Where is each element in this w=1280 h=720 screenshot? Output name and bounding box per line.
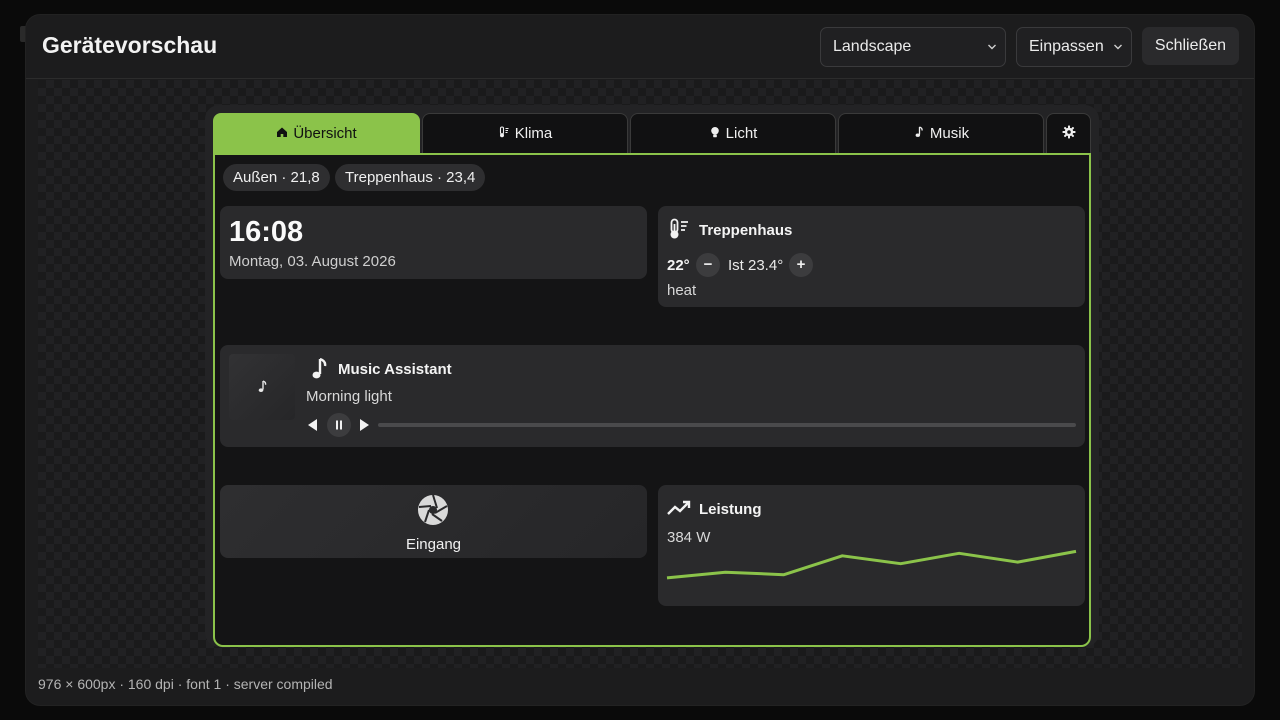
tab-overview[interactable]: Übersicht — [213, 113, 420, 153]
sensor-chip-outside[interactable]: Außen · 21,8 — [223, 164, 330, 191]
clock-card: 16:08 Montag, 03. August 2026 — [220, 206, 647, 279]
track-title: Morning light — [306, 388, 392, 405]
thermometer-icon — [668, 218, 690, 245]
climate-title: Treppenhaus — [699, 222, 793, 239]
tab-label: Übersicht — [293, 125, 357, 142]
music-note-icon — [257, 380, 267, 398]
tab-label: Musik — [929, 125, 970, 142]
chevron-down-icon — [987, 28, 997, 82]
fit-value: Einpassen — [1029, 38, 1104, 55]
tab-label: Licht — [725, 125, 758, 142]
clock-time: 16:08 — [229, 216, 304, 248]
orientation-value: Landscape — [833, 38, 912, 55]
climate-card[interactable]: Treppenhaus 22° − Ist 23.4° + heat — [658, 206, 1085, 307]
tab-light[interactable]: Licht — [630, 113, 836, 153]
fit-select[interactable]: Einpassen — [1016, 27, 1132, 67]
power-card: Leistung 384 W — [658, 485, 1085, 606]
pause-icon — [336, 420, 342, 430]
dialog-title: Gerätevorschau — [42, 32, 218, 58]
progress-bar[interactable] — [378, 423, 1076, 427]
climate-mode: heat — [667, 282, 697, 299]
thermometer-icon — [498, 125, 510, 142]
camera-label: Eingang — [405, 536, 462, 553]
next-track-icon[interactable] — [359, 418, 371, 437]
tab-label: Klima — [514, 125, 553, 142]
camera-card[interactable]: Eingang — [220, 485, 647, 558]
album-art — [229, 354, 295, 420]
music-note-icon — [310, 357, 328, 385]
power-series-line — [666, 549, 1077, 580]
preview-stage: Übersicht Klima Licht Musik Außen · 21,8… — [38, 80, 1242, 668]
previous-track-icon[interactable] — [306, 418, 318, 437]
camera-shutter-icon — [417, 494, 449, 531]
power-line-chart — [666, 549, 1077, 580]
close-button[interactable]: Schließen — [1142, 27, 1239, 65]
pause-button[interactable] — [327, 413, 351, 437]
clock-date: Montag, 03. August 2026 — [229, 253, 396, 270]
dashboard-screen: Außen · 21,8 Treppenhaus · 23,4 16:08 Mo… — [213, 153, 1091, 647]
home-icon — [276, 125, 288, 142]
music-note-icon — [913, 125, 925, 142]
device-preview-dialog: Gerätevorschau Landscape Einpassen Schli… — [26, 15, 1254, 705]
device-frame: Übersicht Klima Licht Musik Außen · 21,8… — [205, 105, 1099, 647]
tab-music[interactable]: Musik — [838, 113, 1044, 153]
preview-info-footer: 976 × 600px · 160 dpi · font 1 · server … — [38, 676, 333, 692]
chevron-down-icon — [1113, 28, 1123, 82]
tab-climate[interactable]: Klima — [422, 113, 628, 153]
dialog-header: Gerätevorschau Landscape Einpassen Schli… — [26, 15, 1254, 79]
increase-button[interactable]: + — [789, 253, 813, 277]
sensor-chip-stairwell[interactable]: Treppenhaus · 23,4 — [335, 164, 486, 191]
music-title: Music Assistant — [338, 361, 452, 378]
tab-bar: Übersicht Klima Licht Musik — [213, 113, 1091, 153]
climate-current: Ist 23.4° — [728, 257, 784, 274]
gear-icon — [1062, 125, 1076, 143]
tab-settings[interactable] — [1046, 113, 1091, 153]
bulb-icon — [709, 125, 721, 142]
music-card: Music Assistant Morning light — [220, 345, 1085, 447]
decrease-button[interactable]: − — [696, 253, 720, 277]
climate-target: 22° — [667, 257, 690, 274]
orientation-select[interactable]: Landscape — [820, 27, 1006, 67]
